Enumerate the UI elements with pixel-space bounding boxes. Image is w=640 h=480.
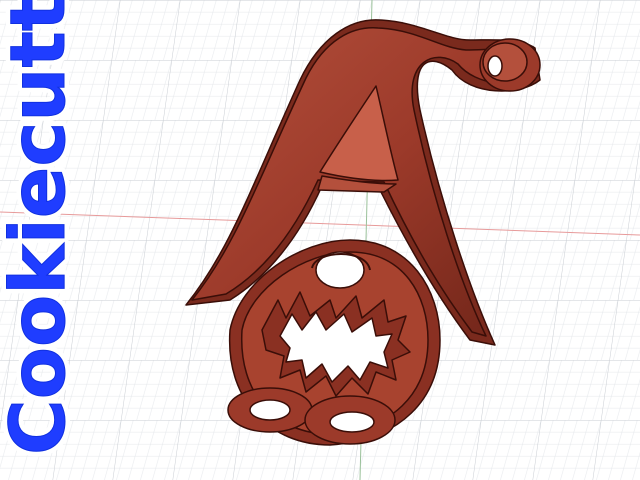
foot-loop-right-hole <box>329 411 375 433</box>
3d-viewport[interactable]: Cookiecutter Cookiecutter <box>0 0 640 480</box>
scene-canvas[interactable]: Cookiecutter Cookiecutter <box>0 0 640 480</box>
hook-hole <box>487 55 503 77</box>
watermark-text: Cookiecutter <box>0 0 82 455</box>
foot-loop-left-hole <box>249 399 291 421</box>
watermark: Cookiecutter Cookiecutter <box>0 0 87 460</box>
